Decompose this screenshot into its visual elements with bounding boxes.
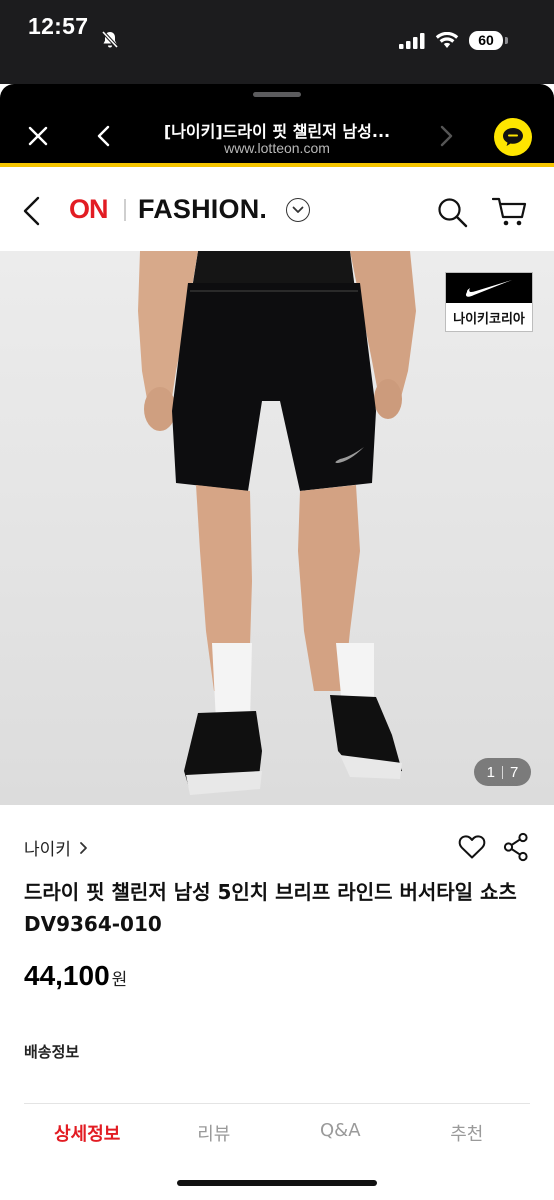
home-indicator[interactable] [177, 1180, 377, 1186]
product-title: 드라이 핏 챌린저 남성 5인치 브리프 라인드 버서타일 쇼츠 DV9364-… [24, 880, 517, 936]
brand-name: 나이키 [24, 840, 71, 860]
chevron-down-icon [292, 206, 304, 213]
shipping-info-label[interactable]: 배송정보 [24, 1041, 79, 1062]
battery-icon: 60 [469, 31, 503, 50]
price-value: 44,100 [24, 960, 110, 991]
logo-fashion[interactable]: FASHION. [138, 194, 267, 225]
heart-icon[interactable] [458, 834, 486, 860]
close-icon[interactable] [26, 124, 50, 148]
browser-back-icon[interactable] [96, 124, 112, 148]
cellular-signal-icon [399, 32, 425, 49]
logo-divider [124, 199, 126, 221]
wifi-icon [435, 32, 459, 48]
sheet-grabber[interactable] [253, 92, 301, 97]
price-unit: 원 [111, 970, 128, 990]
brand-badge: 나이키코리아 [445, 272, 533, 332]
tab-recommend[interactable]: 추천 [404, 1104, 531, 1162]
nike-swoosh-logo [465, 280, 512, 297]
chat-button[interactable] [494, 118, 532, 156]
status-time: 12:57 [28, 12, 89, 39]
site-header: ON FASHION. [0, 167, 554, 251]
product-price: 44,100 원 [24, 960, 127, 992]
product-tabs: 상세정보 리뷰 Q&A 추천 [24, 1103, 530, 1162]
image-page-total: 7 [510, 763, 519, 781]
search-icon[interactable] [436, 196, 468, 228]
logo-on[interactable]: ON [69, 194, 108, 225]
image-page-indicator: 1 7 [474, 758, 531, 786]
tab-details[interactable]: 상세정보 [24, 1104, 151, 1162]
brand-link[interactable]: 나이키 [24, 835, 88, 860]
chat-bubble-icon [503, 128, 523, 146]
status-bar: 12:57 60 [0, 0, 554, 84]
bell-slash-icon [102, 30, 119, 49]
mall-switch-dropdown[interactable] [286, 198, 310, 222]
tab-reviews[interactable]: 리뷰 [151, 1104, 278, 1162]
browser-sheet-header: [나이키]드라이 핏 챌린저 남성... www.lotteon.com [0, 84, 554, 166]
battery-tip [505, 37, 508, 44]
browser-url: www.lotteon.com [224, 140, 330, 156]
brand-badge-text: 나이키코리아 [453, 311, 525, 327]
product-image[interactable]: 나이키코리아 1 7 [0, 251, 554, 805]
image-page-current: 1 [486, 763, 495, 781]
chevron-right-icon [80, 841, 87, 854]
share-icon[interactable] [503, 832, 529, 862]
tab-qna[interactable]: Q&A [277, 1104, 404, 1162]
browser-forward-icon[interactable] [438, 124, 454, 148]
cart-icon[interactable] [492, 196, 528, 228]
product-photo-shorts [138, 251, 416, 795]
back-icon[interactable] [20, 195, 44, 227]
page-indicator-divider [502, 765, 503, 779]
browser-page-title: [나이키]드라이 핏 챌린저 남성... [163, 122, 391, 141]
